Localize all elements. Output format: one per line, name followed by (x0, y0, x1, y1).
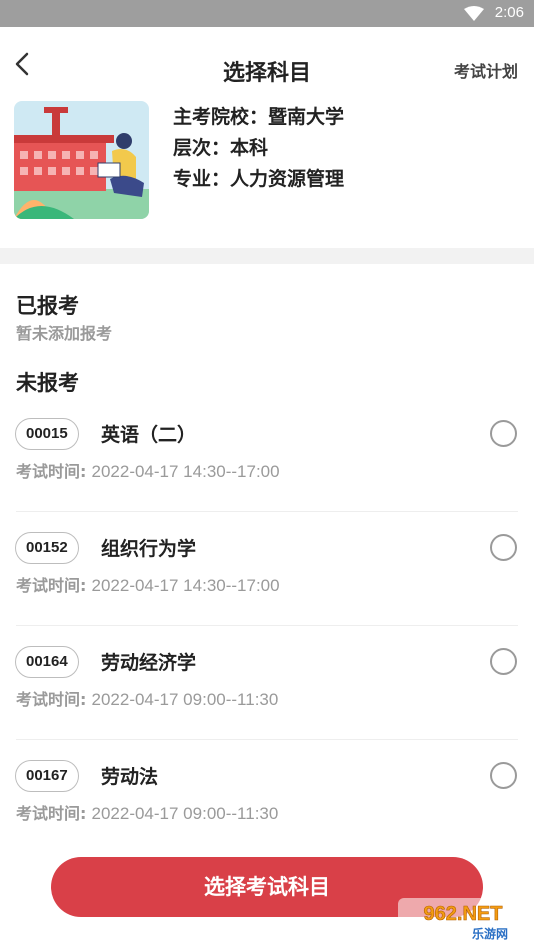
course-code-badge: 00015 (15, 418, 79, 450)
exam-time: 考试时间: 2022-04-17 14:30--17:00 (16, 572, 280, 596)
course-name: 英语（二） (101, 424, 197, 446)
wifi-icon (464, 6, 484, 21)
course-item[interactable]: 00152 组织行为学 考试时间: 2022-04-17 14:30--17:0… (0, 532, 534, 646)
course-name: 劳动法 (101, 766, 159, 788)
select-radio[interactable] (490, 648, 517, 675)
education-level: 层次：本科 (173, 137, 269, 159)
exam-time: 考试时间: 2022-04-17 09:00--11:30 (16, 800, 278, 824)
watermark-logo: 962.NET 乐游网 (398, 898, 528, 942)
exam-time-value: 2022-04-17 14:30--17:00 (91, 462, 280, 481)
exam-time: 考试时间: 2022-04-17 09:00--11:30 (16, 686, 278, 710)
registered-heading: 已报考 (16, 294, 79, 318)
select-radio[interactable] (490, 420, 517, 447)
status-time: 2:06 (494, 4, 524, 21)
exam-time-label: 考试时间: (16, 462, 87, 481)
watermark-sub: 乐游网 (472, 926, 508, 941)
course-item[interactable]: 00015 英语（二） 考试时间: 2022-04-17 14:30--17:0… (0, 418, 534, 532)
status-bar: 2:06 (0, 0, 534, 27)
school-info: 主考院校：暨南大学 层次：本科 专业：人力资源管理 (0, 96, 534, 248)
select-radio[interactable] (490, 762, 517, 789)
exam-time-value: 2022-04-17 14:30--17:00 (91, 576, 280, 595)
select-radio[interactable] (490, 534, 517, 561)
exam-plan-link[interactable]: 考试计划 (454, 58, 518, 82)
exam-time-value: 2022-04-17 09:00--11:30 (91, 804, 279, 823)
row-divider (16, 511, 518, 512)
registered-empty-text: 暂未添加报考 (16, 324, 113, 343)
row-divider (16, 625, 518, 626)
course-code-badge: 00167 (15, 760, 79, 792)
watermark-brand: 962.NET (424, 903, 503, 925)
unregistered-heading: 未报考 (16, 371, 79, 395)
school-name: 主考院校：暨南大学 (173, 106, 345, 128)
exam-time-value: 2022-04-17 09:00--11:30 (91, 690, 279, 709)
exam-time-label: 考试时间: (16, 576, 87, 595)
section-divider (0, 248, 534, 264)
course-name: 劳动经济学 (101, 652, 197, 674)
course-code-badge: 00164 (15, 646, 79, 678)
course-item[interactable]: 00164 劳动经济学 考试时间: 2022-04-17 09:00--11:3… (0, 646, 534, 760)
exam-time-label: 考试时间: (16, 690, 87, 709)
major-name: 专业：人力资源管理 (173, 168, 345, 190)
row-divider (16, 739, 518, 740)
course-name: 组织行为学 (101, 538, 197, 560)
exam-time: 考试时间: 2022-04-17 14:30--17:00 (16, 458, 280, 482)
course-code-badge: 00152 (15, 532, 79, 564)
exam-time-label: 考试时间: (16, 804, 87, 823)
school-illustration (14, 101, 149, 219)
